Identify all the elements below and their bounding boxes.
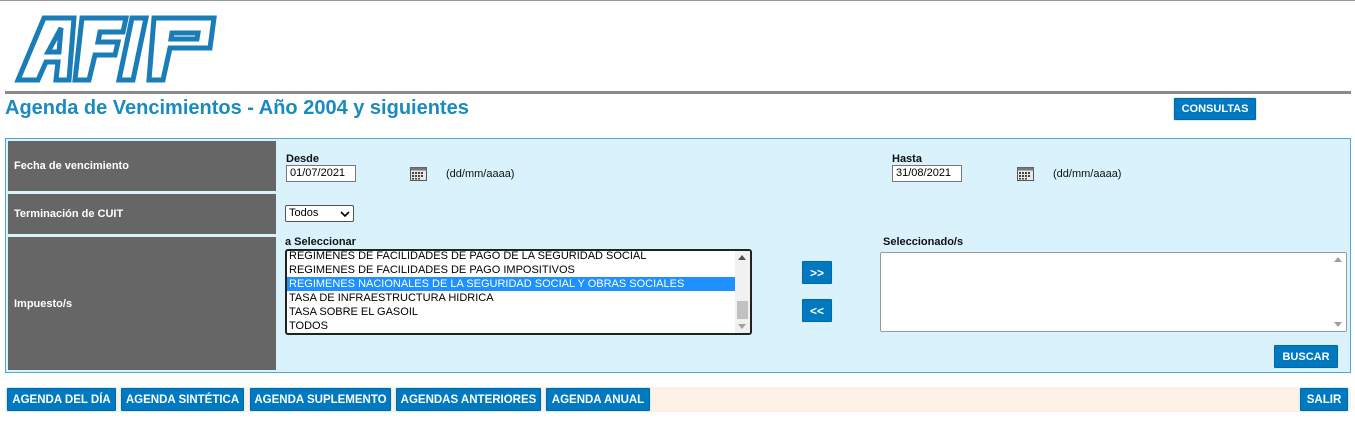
agenda-del-dia-button[interactable]: AGENDA DEL DÍA <box>7 388 116 411</box>
cuit-select-value: Todos <box>289 207 319 219</box>
desde-label: Desde <box>286 153 320 165</box>
consultas-button[interactable]: CONSULTAS <box>1174 98 1256 120</box>
afip-logo <box>14 15 217 83</box>
desde-date-input[interactable]: 01/07/2021 <box>286 165 356 182</box>
scroll-thumb[interactable] <box>737 301 748 319</box>
list-item[interactable]: REGIMENES DE FACILIDADES DE PAGO IMPOSIT… <box>287 263 736 277</box>
scroll-down-icon[interactable] <box>738 324 746 329</box>
seleccionados-label: Seleccionado/s <box>883 236 964 248</box>
hasta-date-input[interactable]: 31/08/2021 <box>892 165 962 182</box>
agenda-sintetica-button[interactable]: AGENDA SINTÉTICA <box>121 388 244 411</box>
header-divider <box>5 91 1351 94</box>
hasta-label: Hasta <box>892 153 922 165</box>
list-item-selected[interactable]: REGIMENES NACIONALES DE LA SEGURIDAD SOC… <box>287 277 736 291</box>
scroll-up-icon[interactable] <box>738 255 746 260</box>
chevron-down-icon <box>340 211 350 218</box>
available-impuestos-listbox[interactable]: REGIMENES DE FACILIDADES DE PAGO DE LA S… <box>285 249 752 335</box>
scroll-up-icon[interactable] <box>1334 257 1342 262</box>
fecha-vencimiento-label: Fecha de vencimiento <box>8 141 276 191</box>
terminacion-cuit-label: Terminación de CUIT <box>8 194 276 234</box>
list-item[interactable]: TODOS <box>287 319 736 333</box>
buscar-button[interactable]: BUSCAR <box>1274 345 1338 368</box>
desde-format-hint: (dd/mm/aaaa) <box>446 168 515 180</box>
a-seleccionar-label: a Seleccionar <box>285 236 356 248</box>
list-item[interactable]: TASA DE INFRAESTRUCTURA HIDRICA <box>287 291 736 305</box>
list-item[interactable]: TASA SOBRE EL GASOIL <box>287 305 736 319</box>
search-form-panel: Fecha de vencimiento Desde 01/07/2021 (d… <box>5 138 1351 373</box>
listbox-scrollbar[interactable] <box>735 251 750 333</box>
selected-impuestos-listbox[interactable] <box>880 252 1347 332</box>
list-item[interactable]: REGIMENES DE FACILIDADES DE PAGO DE LA S… <box>287 251 736 263</box>
add-impuesto-button[interactable]: >> <box>802 261 832 284</box>
scroll-down-icon[interactable] <box>1334 322 1342 327</box>
salir-button[interactable]: SALIR <box>1300 388 1348 411</box>
agenda-suplemento-button[interactable]: AGENDA SUPLEMENTO <box>250 388 391 411</box>
cuit-select[interactable]: Todos <box>285 205 354 222</box>
desde-calendar-icon[interactable] <box>410 166 427 181</box>
agenda-anual-button[interactable]: AGENDA ANUAL <box>546 388 650 411</box>
impuestos-label: Impuesto/s <box>8 237 276 370</box>
remove-impuesto-button[interactable]: << <box>802 299 832 322</box>
page-title: Agenda de Vencimientos - Año 2004 y sigu… <box>5 97 469 119</box>
hasta-calendar-icon[interactable] <box>1017 166 1034 181</box>
listbox-scrollbar[interactable] <box>1331 253 1346 331</box>
agendas-anteriores-button[interactable]: AGENDAS ANTERIORES <box>396 388 541 411</box>
top-border <box>0 0 1355 1</box>
hasta-format-hint: (dd/mm/aaaa) <box>1053 168 1122 180</box>
